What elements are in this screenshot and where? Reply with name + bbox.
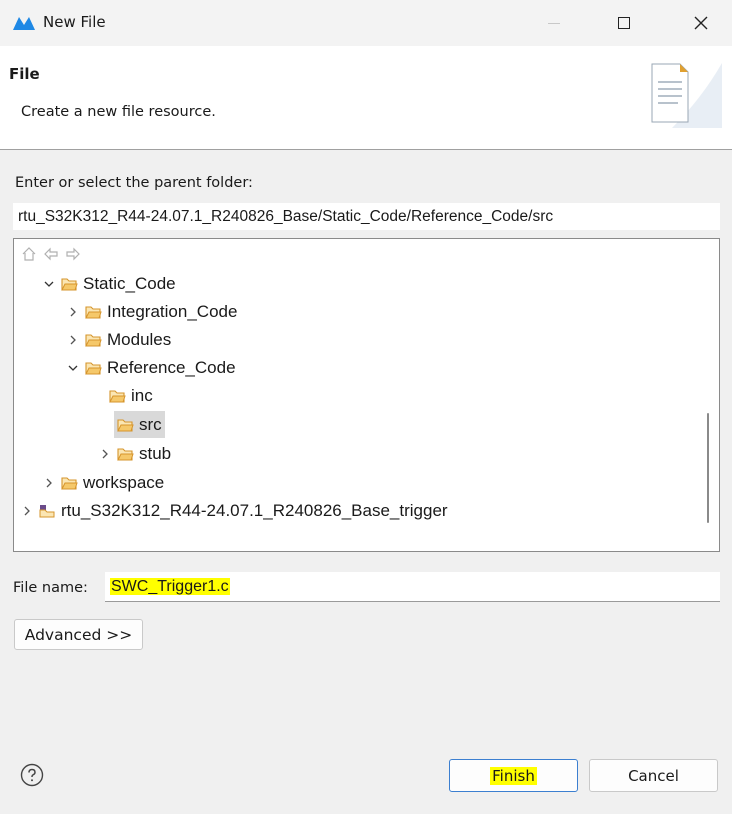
folder-icon — [109, 389, 126, 403]
folder-icon — [61, 476, 78, 490]
tree-item-reference-code[interactable]: Reference_Code — [65, 354, 236, 381]
cancel-label: Cancel — [628, 766, 679, 785]
folder-icon — [117, 418, 134, 432]
banner-description: Create a new file resource. — [21, 104, 216, 120]
wizard-banner: File Create a new file resource. — [0, 46, 732, 150]
chevron-down-icon[interactable] — [41, 276, 57, 292]
parent-folder-input[interactable] — [13, 203, 720, 230]
tree-item-label: src — [139, 414, 162, 434]
finish-label: Finish — [490, 766, 537, 785]
chevron-right-icon[interactable] — [19, 503, 35, 519]
tree-item-inc[interactable]: inc — [109, 382, 153, 409]
minimize-icon — [548, 22, 560, 24]
folder-icon — [85, 361, 102, 375]
file-name-label: File name: — [13, 580, 88, 596]
tree-item-label: Static_Code — [83, 273, 176, 293]
tree-item-label: workspace — [83, 472, 165, 492]
chevron-right-icon[interactable] — [65, 332, 81, 348]
tree-item-static-code[interactable]: Static_Code — [41, 270, 176, 297]
folder-tree[interactable]: Static_Code Integration_Code Modules Ref… — [13, 238, 720, 552]
folder-icon — [85, 333, 102, 347]
close-icon — [694, 16, 708, 30]
tree-item-label: inc — [131, 385, 153, 405]
tree-item-stub[interactable]: stub — [97, 440, 171, 467]
tree-item-label: Integration_Code — [107, 301, 238, 321]
chevron-right-icon[interactable] — [97, 446, 113, 462]
close-button[interactable] — [678, 0, 724, 46]
window-title: New File — [43, 13, 106, 31]
home-icon[interactable] — [21, 246, 37, 262]
file-name-value: SWC_Trigger1.c — [110, 578, 230, 595]
tree-toolbar — [21, 245, 81, 263]
title-bar: New File — [0, 0, 732, 46]
tree-item-src[interactable]: src — [114, 411, 165, 438]
chevron-right-icon[interactable] — [65, 304, 81, 320]
folder-icon — [85, 305, 102, 319]
maximize-icon — [618, 17, 630, 29]
tree-item-label: stub — [139, 443, 172, 463]
forward-arrow-icon[interactable] — [65, 246, 81, 262]
banner-title: File — [9, 65, 40, 83]
back-arrow-icon[interactable] — [43, 246, 59, 262]
tree-item-label: Reference_Code — [107, 357, 236, 377]
app-logo-icon — [13, 17, 35, 30]
tree-item-workspace[interactable]: workspace — [41, 469, 164, 496]
tree-item-label: rtu_S32K312_R44-24.07.1_R240826_Base_tri… — [61, 500, 448, 520]
folder-icon — [117, 447, 134, 461]
tree-item-modules[interactable]: Modules — [65, 326, 171, 353]
parent-folder-label: Enter or select the parent folder: — [15, 175, 253, 191]
finish-button[interactable]: Finish — [449, 759, 578, 792]
tree-item-trigger-project[interactable]: rtu_S32K312_R44-24.07.1_R240826_Base_tri… — [19, 497, 448, 524]
advanced-button[interactable]: Advanced >> — [14, 619, 143, 650]
tree-item-integration-code[interactable]: Integration_Code — [65, 298, 237, 325]
minimize-button[interactable] — [531, 0, 577, 46]
file-name-input[interactable]: SWC_Trigger1.c — [105, 572, 720, 602]
cancel-button[interactable]: Cancel — [589, 759, 718, 792]
project-icon — [39, 504, 55, 517]
help-icon[interactable] — [20, 763, 44, 787]
new-file-wizard-icon — [651, 63, 722, 128]
tree-scrollbar[interactable] — [707, 413, 709, 523]
folder-icon — [61, 277, 78, 291]
chevron-down-icon[interactable] — [65, 360, 81, 376]
advanced-label: Advanced >> — [24, 625, 133, 644]
maximize-button[interactable] — [601, 0, 647, 46]
chevron-right-icon[interactable] — [41, 475, 57, 491]
tree-item-label: Modules — [107, 329, 172, 349]
